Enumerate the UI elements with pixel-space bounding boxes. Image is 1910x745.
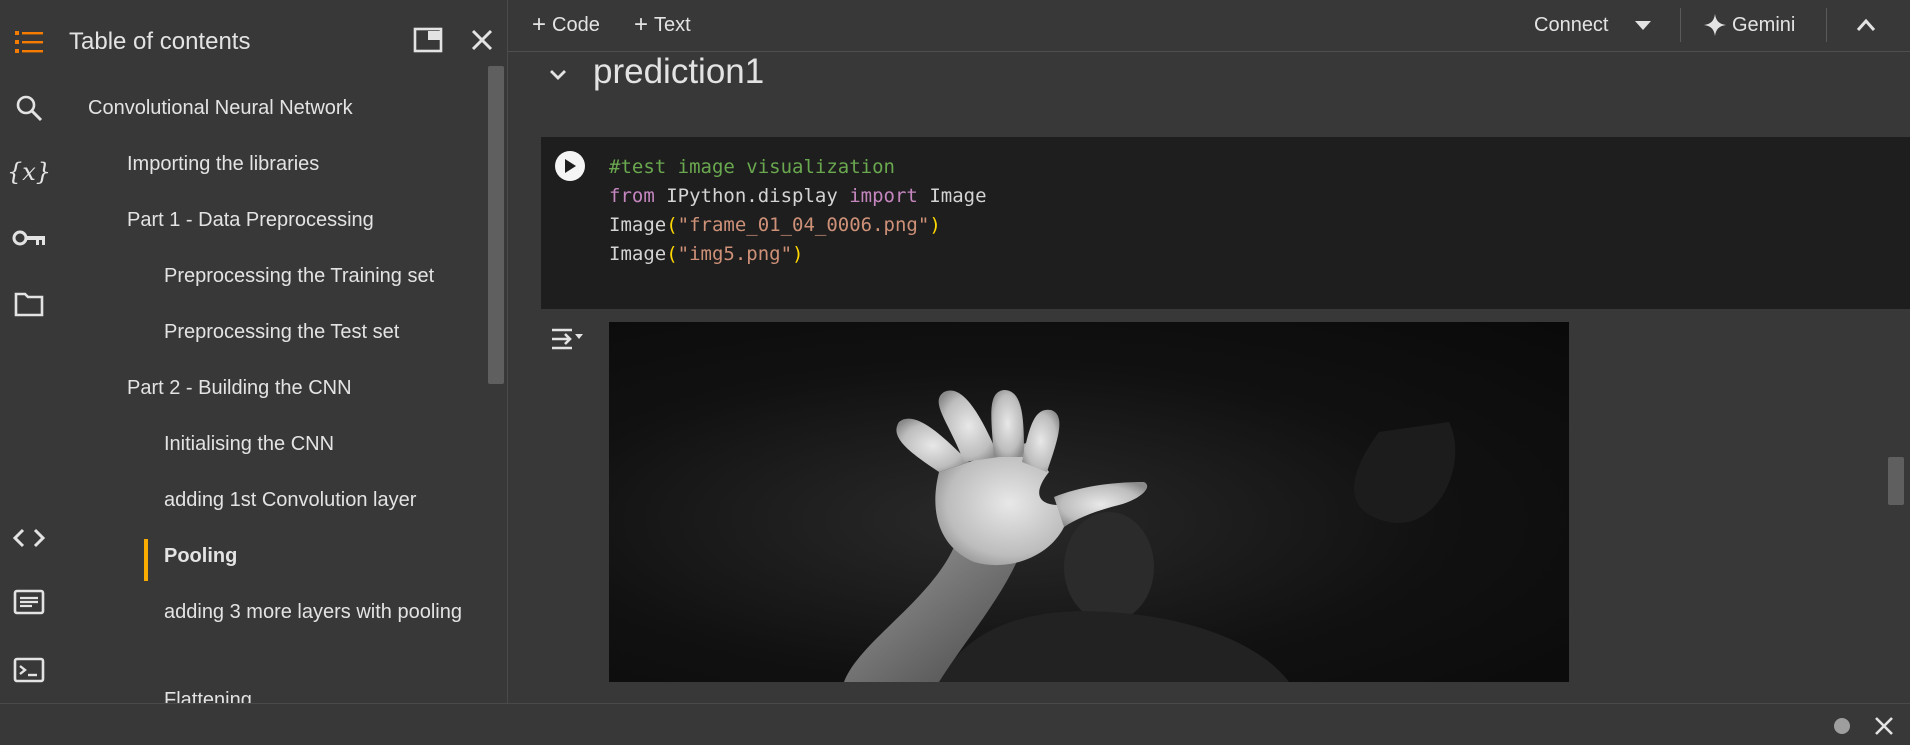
connect-button[interactable]: Connect [1534, 10, 1609, 40]
command-palette-icon[interactable] [0, 582, 58, 622]
plus-icon: + [634, 11, 649, 38]
plus-icon: + [532, 11, 547, 38]
code-comment: #test image visualization [609, 156, 895, 178]
code-paren: ( [666, 214, 678, 236]
variables-icon[interactable]: {x} [0, 152, 58, 192]
notebook-scrollbar[interactable] [1888, 457, 1904, 505]
add-code-button[interactable]: + Code [532, 10, 600, 40]
toc-title: Table of contents [69, 28, 251, 55]
run-cell-button[interactable] [555, 151, 585, 181]
code-function: Image [609, 214, 667, 236]
code-snippets-icon[interactable] [0, 518, 58, 558]
collapse-header-icon[interactable] [1856, 10, 1876, 40]
search-icon[interactable] [0, 88, 58, 128]
folder-icon[interactable] [0, 284, 58, 324]
secrets-key-icon[interactable] [0, 218, 58, 258]
code-string: "frame_01_04_0006.png" [677, 214, 930, 236]
toc-item[interactable]: Flattening [164, 687, 478, 703]
toc-item[interactable]: Initialising the CNN [164, 431, 478, 457]
gemini-button[interactable]: Gemini [1704, 10, 1795, 40]
toc-item[interactable]: Part 2 - Building the CNN [127, 375, 447, 401]
toc-item[interactable]: Convolutional Neural Network [88, 95, 408, 121]
code-paren: ( [666, 243, 678, 265]
notebook-toolbar: + Code + Text Connect Gemini [508, 0, 1910, 52]
toc-list: Convolutional Neural Network Importing t… [58, 84, 478, 703]
code-cell[interactable]: #test image visualization from IPython.d… [541, 137, 1910, 309]
toc-item-active[interactable]: Pooling [164, 543, 478, 569]
code-keyword: from [609, 185, 655, 207]
connect-label: Connect [1534, 13, 1609, 36]
add-code-label: Code [552, 13, 600, 36]
code-editor[interactable]: #test image visualization from IPython.d… [609, 153, 987, 269]
terminal-icon[interactable] [0, 650, 58, 690]
code-name: Image [917, 185, 987, 207]
toolbar-divider [1826, 8, 1827, 42]
code-paren: ) [929, 214, 941, 236]
left-icon-rail: {x} [0, 0, 58, 703]
toc-item[interactable]: Part 1 - Data Preprocessing [127, 207, 447, 233]
open-in-tab-icon[interactable] [406, 18, 450, 62]
variables-glyph: {x} [6, 158, 52, 186]
notebook-area: prediction1 #test image visualization fr… [508, 52, 1910, 703]
toc-header: Table of contents [58, 0, 507, 84]
play-icon [565, 159, 576, 173]
toc-panel: Table of contents Convolutional Neural N… [58, 0, 508, 703]
add-text-label: Text [654, 13, 691, 36]
connect-dropdown-icon[interactable] [1634, 10, 1652, 40]
section-collapse-chevron-icon[interactable] [538, 55, 578, 95]
status-indicator-icon [1834, 718, 1850, 734]
toc-item[interactable]: Importing the libraries [127, 151, 447, 177]
output-image [609, 322, 1569, 682]
toc-active-indicator [144, 539, 148, 581]
gemini-label: Gemini [1732, 13, 1796, 36]
hand-photo [844, 390, 1456, 682]
status-bar [0, 703, 1910, 745]
gemini-sparkle-icon [1704, 14, 1726, 36]
toc-item[interactable]: adding 1st Convolution layer [164, 487, 478, 513]
toc-item[interactable]: Preprocessing the Test set [164, 319, 478, 345]
code-string: "img5.png" [677, 243, 793, 265]
section-heading[interactable]: prediction1 [593, 52, 764, 92]
code-function: Image [609, 243, 667, 265]
output-actions-icon[interactable] [549, 322, 585, 356]
code-keyword: import [849, 185, 918, 207]
code-paren: ) [792, 243, 804, 265]
code-module: IPython.display [654, 185, 850, 207]
toc-item[interactable]: Preprocessing the Training set [164, 263, 478, 289]
toc-item[interactable]: adding 3 more layers with pooling [164, 599, 464, 625]
toc-icon[interactable] [0, 22, 58, 62]
close-toc-icon[interactable] [460, 18, 504, 62]
toolbar-divider [1680, 8, 1681, 42]
add-text-button[interactable]: + Text [634, 10, 691, 40]
toc-scrollbar[interactable] [488, 66, 504, 384]
close-status-icon[interactable] [1870, 712, 1898, 740]
